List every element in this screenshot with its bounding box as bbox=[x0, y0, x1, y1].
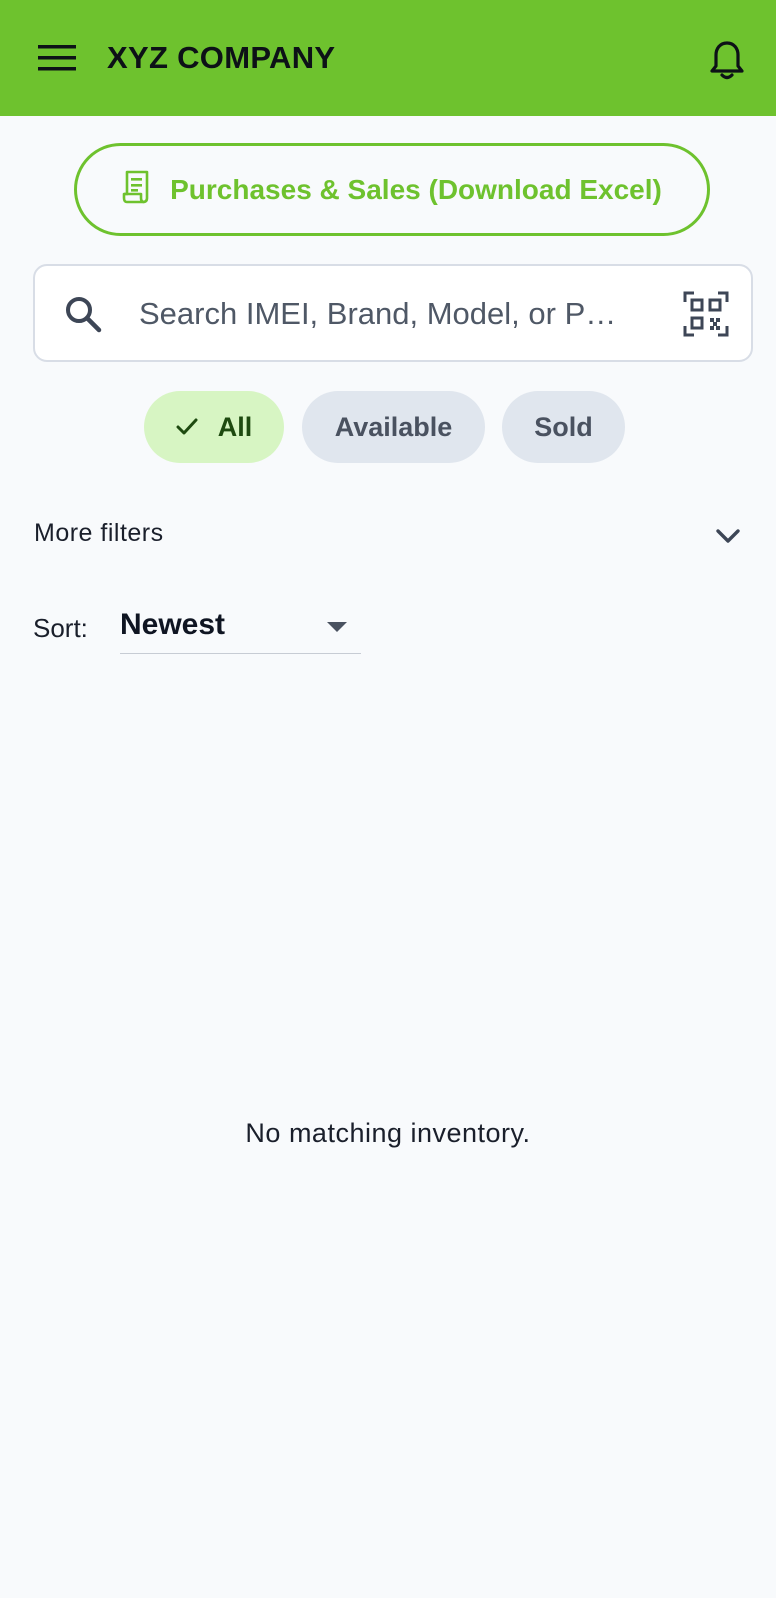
filter-chip-available[interactable]: Available bbox=[302, 391, 485, 463]
filter-chip-label: Sold bbox=[534, 411, 593, 442]
filter-chip-sold[interactable]: Sold bbox=[502, 391, 625, 463]
more-filters-label: More filters bbox=[34, 519, 164, 547]
filter-chip-all[interactable]: All bbox=[144, 391, 284, 463]
search-icon bbox=[63, 294, 103, 334]
more-filters-toggle[interactable]: More filters bbox=[0, 505, 776, 565]
qr-code-scan-icon[interactable] bbox=[683, 291, 729, 337]
download-excel-button[interactable]: Purchases & Sales (Download Excel) bbox=[74, 143, 710, 236]
chevron-down-icon bbox=[714, 522, 742, 550]
checkmark-icon bbox=[176, 412, 198, 443]
empty-state-message: No matching inventory. bbox=[245, 1118, 531, 1148]
filter-chip-label: Available bbox=[334, 411, 453, 442]
download-excel-label: Purchases & Sales (Download Excel) bbox=[170, 173, 662, 205]
dropdown-caret-icon bbox=[325, 620, 349, 634]
app-bar: XYZ COMPANY bbox=[0, 0, 776, 116]
app-title: XYZ COMPANY bbox=[107, 40, 336, 75]
sort-label: Sort: bbox=[33, 613, 88, 643]
sort-select[interactable]: Newest bbox=[120, 602, 361, 654]
search-box bbox=[33, 264, 753, 362]
filter-chip-label: All bbox=[217, 411, 253, 442]
hamburger-menu-icon[interactable] bbox=[36, 40, 78, 76]
receipt-icon bbox=[122, 170, 152, 209]
bell-icon[interactable] bbox=[706, 38, 748, 82]
search-input[interactable] bbox=[139, 292, 659, 336]
sort-value: Newest bbox=[120, 608, 226, 641]
